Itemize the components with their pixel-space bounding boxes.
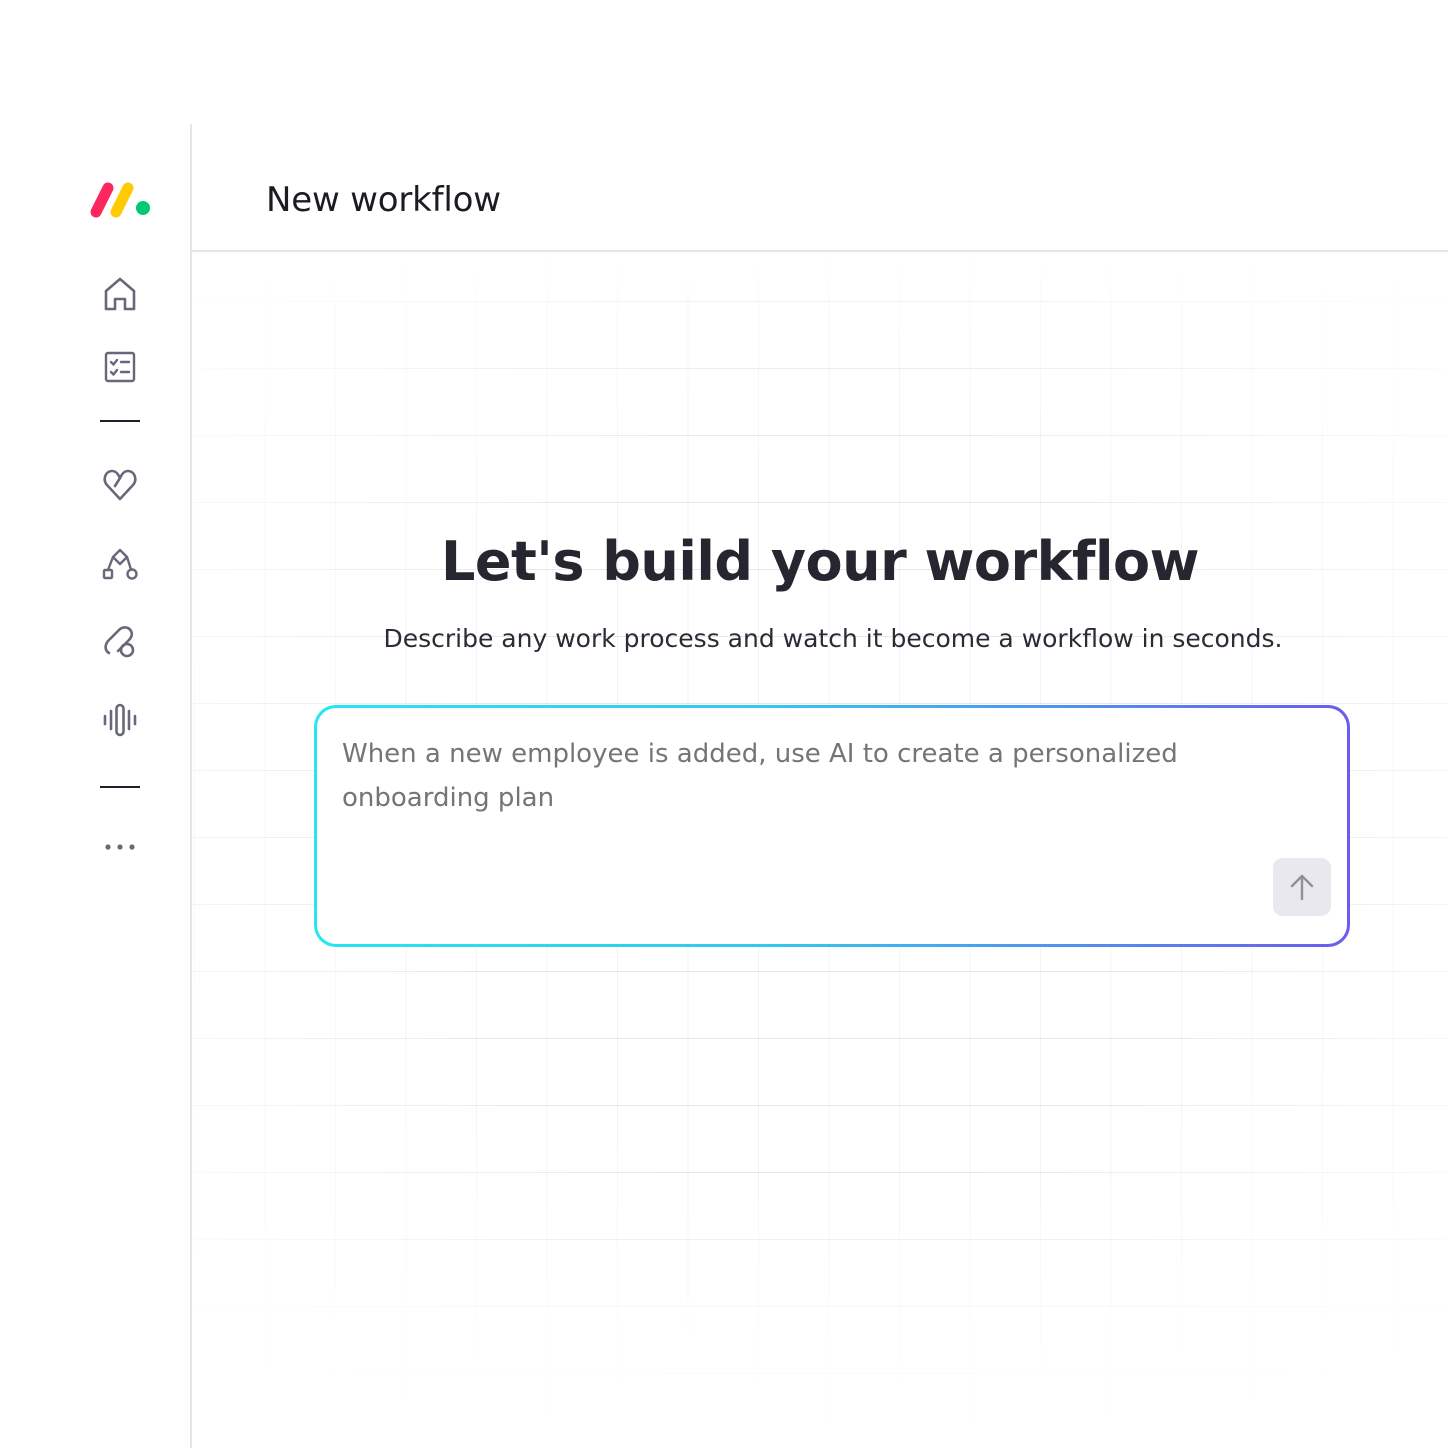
- sidebar-item-favorites[interactable]: [100, 465, 140, 505]
- arrow-up-icon: [1290, 874, 1314, 901]
- prompt-box-border: [314, 705, 1350, 947]
- sidebar-item-integrations[interactable]: [100, 622, 140, 662]
- sidebar-item-more[interactable]: [100, 826, 140, 866]
- send-button[interactable]: [1273, 858, 1331, 916]
- hero-subtitle: Describe any work process and watch it b…: [383, 624, 1283, 653]
- logo-mark-icon: [90, 182, 150, 218]
- soundwave-icon: [103, 703, 137, 737]
- home-icon: [104, 277, 136, 311]
- monday-logo[interactable]: [88, 180, 154, 220]
- sidebar-divider: [100, 786, 140, 788]
- page-title: New workflow: [266, 180, 501, 220]
- sidebar-item-home[interactable]: [100, 274, 140, 314]
- sidebar-item-voice[interactable]: [100, 700, 140, 740]
- prompt-box: [317, 708, 1347, 944]
- sidebar: [0, 124, 192, 1448]
- sidebar-item-tasks[interactable]: [100, 347, 140, 387]
- workflow-prompt-input[interactable]: [342, 732, 1202, 832]
- workflow-canvas: Let's build your workflow Describe any w…: [192, 252, 1448, 1448]
- workflow-icon: [102, 548, 138, 580]
- canvas-fade-bottom: [192, 1188, 1448, 1448]
- more-icon: [105, 844, 135, 850]
- hero-title: Let's build your workflow: [440, 530, 1200, 593]
- link-icon: [104, 626, 135, 658]
- canvas-fade-top: [192, 252, 1448, 312]
- sidebar-divider: [100, 420, 140, 422]
- app-window: New workflow Let's build your workflow D…: [0, 0, 1448, 1448]
- checklist-icon: [104, 351, 136, 383]
- page-header: New workflow: [192, 124, 1448, 252]
- sidebar-item-workflows[interactable]: [100, 545, 140, 585]
- heart-icon: [103, 469, 137, 501]
